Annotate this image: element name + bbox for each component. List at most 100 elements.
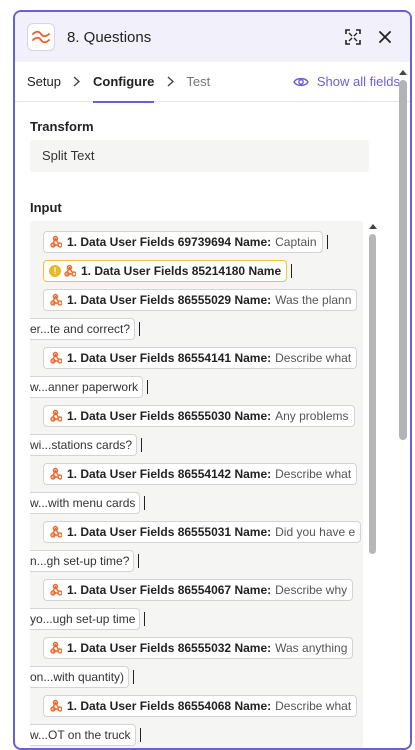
warning-icon: ! — [49, 264, 61, 277]
field-token[interactable]: 1. Data User Fields 86554142 Name: Descri… — [43, 462, 358, 485]
text-cursor — [144, 611, 146, 626]
field-row-continuation: w...with menu cards — [30, 488, 363, 517]
text-cursor — [138, 553, 140, 568]
chevron-right-icon — [163, 62, 177, 102]
webhook-icon — [50, 641, 62, 654]
transform-select[interactable]: Split Text — [30, 140, 369, 172]
text-cursor — [147, 379, 149, 394]
field-token-name: 1. Data User Fields 86555029 Name: — [67, 292, 272, 307]
field-token-continuation[interactable]: wi...stations cards? — [30, 433, 138, 456]
field-token[interactable]: ! 1. Data User Fields 85214180 Name — [43, 259, 288, 282]
field-token-name: 1. Data User Fields 69739694 Name: — [67, 234, 272, 249]
field-token-value: Captain — [275, 234, 317, 249]
field-token-value: Was the plann — [275, 292, 352, 307]
field-token-continuation[interactable]: yo...ugh set-up time — [30, 607, 141, 630]
field-token-value: Describe what — [275, 698, 352, 713]
webhook-icon — [50, 525, 62, 538]
input-scrollbar[interactable] — [365, 220, 377, 738]
field-row-continuation: er...te and correct? — [30, 314, 363, 343]
field-row: 1. Data User Fields 69739694 Name: Captai… — [30, 227, 363, 256]
field-token-name: 1. Data User Fields 86555032 Name: — [67, 640, 272, 655]
field-token-continuation[interactable]: n...gh set-up time? — [30, 549, 135, 572]
step-panel: 8. Questions Setup Configure Test Show a… — [13, 10, 412, 750]
tab-setup[interactable]: Setup — [27, 62, 61, 102]
field-token[interactable]: 1. Data User Fields 86554067 Name: Descri… — [43, 578, 354, 601]
field-row: 1. Data User Fields 86554142 Name: Descri… — [30, 459, 363, 488]
show-all-fields-label: Show all fields — [316, 74, 400, 89]
field-row-continuation: n...gh set-up time? — [30, 546, 363, 575]
field-token-value: Describe what — [275, 350, 352, 365]
field-row-continuation: wi...stations cards? — [30, 430, 363, 459]
field-token-name: 1. Data User Fields 86555031 Name: — [67, 524, 272, 539]
webhook-icon — [64, 264, 76, 277]
field-token[interactable]: 1. Data User Fields 86555029 Name: Was th… — [43, 288, 358, 311]
text-cursor — [139, 321, 141, 336]
input-field[interactable]: 1. Data User Fields 69739694 Name: Captai… — [30, 221, 363, 748]
field-row: 1. Data User Fields 86554067 Name: Descri… — [30, 575, 363, 604]
field-row-continuation: w...OT on the truck — [30, 720, 363, 748]
field-token-continuation[interactable]: w...anner paperwork — [30, 375, 144, 398]
webhook-icon — [50, 467, 62, 480]
webhook-icon — [50, 409, 62, 422]
field-row-continuation: yo...ugh set-up time — [30, 604, 363, 633]
configure-form: Transform Split Text Input 1. Data User … — [15, 119, 410, 748]
text-cursor — [139, 727, 141, 742]
field-token[interactable]: 1. Data User Fields 86555030 Name: Any pr… — [43, 404, 355, 427]
field-row: ! 1. Data User Fields 85214180 Name — [30, 256, 363, 285]
field-row: 1. Data User Fields 86555029 Name: Was th… — [30, 285, 363, 314]
field-token-continuation[interactable]: on...with quantity) — [30, 665, 130, 688]
eye-icon — [293, 77, 309, 86]
scroll-up-icon — [369, 224, 377, 229]
expand-button[interactable] — [340, 24, 366, 50]
text-cursor — [144, 495, 146, 510]
field-token-value: Was anything — [275, 640, 348, 655]
field-row-continuation: w...anner paperwork — [30, 372, 363, 401]
panel-scrollbar-thumb[interactable] — [399, 80, 407, 440]
field-row: 1. Data User Fields 86554068 Name: Descri… — [30, 691, 363, 720]
text-cursor — [291, 263, 293, 278]
field-token-name: 1. Data User Fields 85214180 Name — [81, 263, 282, 278]
close-button[interactable] — [372, 24, 398, 50]
field-token-value: Describe why — [275, 582, 348, 597]
field-token[interactable]: 1. Data User Fields 86554141 Name: Descri… — [43, 346, 358, 369]
field-token-name: 1. Data User Fields 86554067 Name: — [67, 582, 272, 597]
tab-test[interactable]: Test — [186, 62, 210, 102]
field-token-name: 1. Data User Fields 86554141 Name: — [67, 350, 272, 365]
transform-label: Transform — [30, 119, 94, 134]
webhook-icon — [50, 351, 62, 364]
field-token[interactable]: 1. Data User Fields 69739694 Name: Captai… — [43, 230, 323, 253]
field-token-continuation[interactable]: er...te and correct? — [30, 317, 136, 340]
panel-scrollbar[interactable] — [396, 66, 410, 738]
close-icon — [379, 31, 391, 43]
field-token-name: 1. Data User Fields 86555030 Name: — [67, 408, 272, 423]
field-token[interactable]: 1. Data User Fields 86555032 Name: Was an… — [43, 636, 354, 659]
step-tabs: Setup Configure Test Show all fields — [15, 62, 410, 103]
field-token[interactable]: 1. Data User Fields 86555031 Name: Did yo… — [43, 520, 362, 543]
webhook-icon — [50, 583, 62, 596]
text-cursor — [326, 234, 328, 249]
field-row: 1. Data User Fields 86554141 Name: Descri… — [30, 343, 363, 372]
field-token-continuation[interactable]: w...OT on the truck — [30, 723, 136, 746]
field-row: 1. Data User Fields 86555031 Name: Did yo… — [30, 517, 363, 546]
input-scrollbar-thumb[interactable] — [369, 234, 376, 554]
formatter-app-icon — [27, 23, 55, 51]
text-cursor — [133, 669, 135, 684]
field-token-name: 1. Data User Fields 86554142 Name: — [67, 466, 272, 481]
field-token-continuation[interactable]: w...with menu cards — [30, 491, 141, 514]
tab-configure[interactable]: Configure — [92, 62, 155, 103]
field-token[interactable]: 1. Data User Fields 86554068 Name: Descri… — [43, 694, 358, 717]
webhook-icon — [50, 235, 62, 248]
chevron-right-icon — [70, 62, 84, 102]
field-token-value: Any problems — [275, 408, 349, 423]
field-row: 1. Data User Fields 86555032 Name: Was an… — [30, 633, 363, 662]
step-title: 8. Questions — [67, 28, 152, 46]
field-token-value: Did you have e — [275, 524, 356, 539]
panel-header: 8. Questions — [15, 12, 410, 62]
input-label: Input — [30, 200, 62, 215]
field-row-continuation: on...with quantity) — [30, 662, 363, 691]
show-all-fields-button[interactable]: Show all fields — [293, 74, 400, 89]
field-token-value: Describe what — [275, 466, 352, 481]
field-row: 1. Data User Fields 86555030 Name: Any pr… — [30, 401, 363, 430]
field-token-name: 1. Data User Fields 86554068 Name: — [67, 698, 272, 713]
expand-icon — [345, 29, 361, 45]
